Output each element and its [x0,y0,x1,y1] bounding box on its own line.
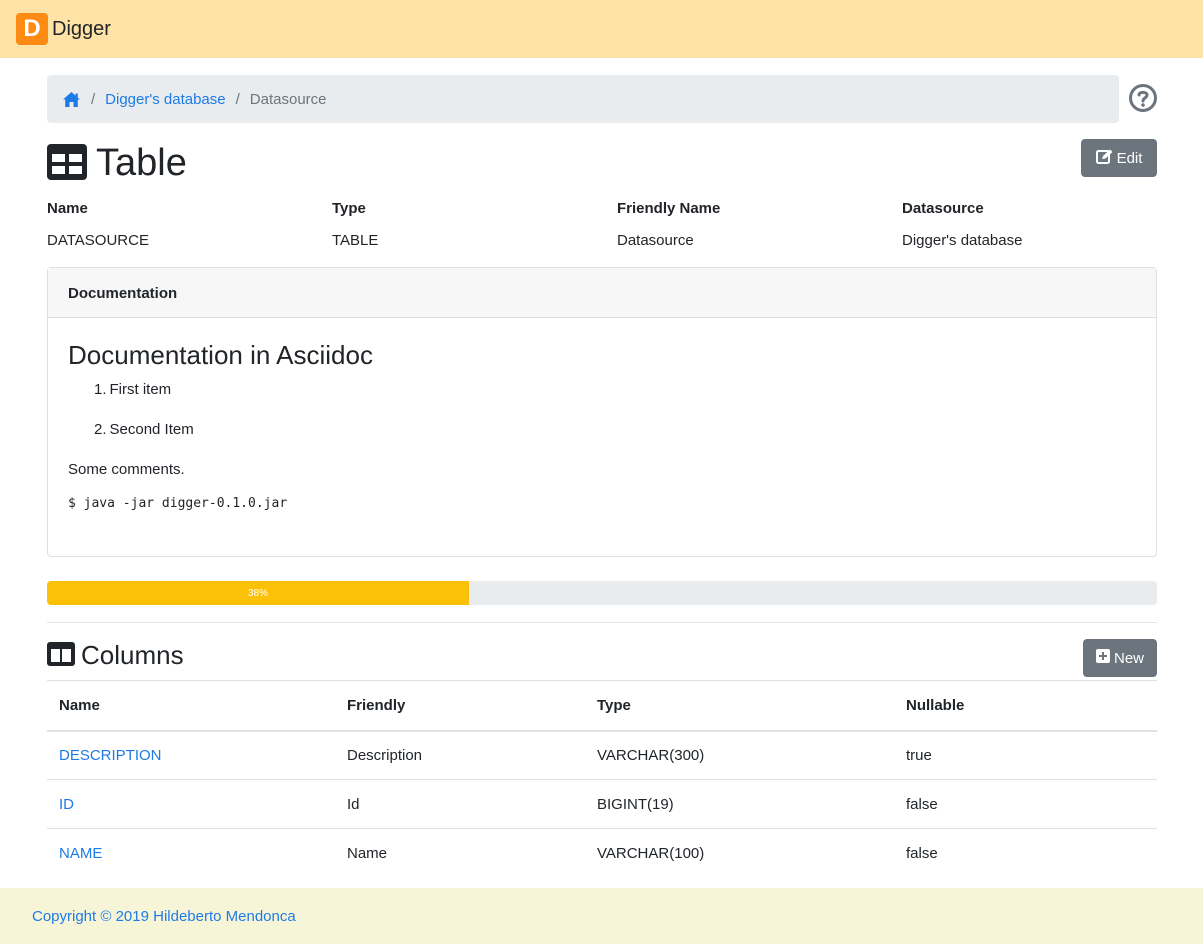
column-nullable: false [894,779,1157,829]
progress-label: 38% [247,587,268,599]
breadcrumb-item-active: Datasource [249,90,327,108]
page-title: Table [47,142,187,185]
columns-icon [47,641,75,670]
footer-copyright[interactable]: Copyright © 2019 Hildeberto Mendonca [32,908,296,925]
column-header-name: Name [47,680,335,732]
column-header-nullable: Nullable [894,680,1157,732]
column-name-link[interactable]: ID [47,779,335,829]
edit-label: Edit [1116,149,1143,167]
column-header-type: Type [585,680,894,732]
property-value: Digger's database [902,232,1023,249]
brand[interactable]: D Digger [16,13,111,45]
table-header-row: Name Friendly Type Nullable [47,680,1157,732]
documentation-heading: Documentation in Asciidoc [68,340,373,370]
table-row: NAME Name VARCHAR(100) false [47,829,1157,878]
plus-square-icon [1095,649,1110,667]
property-name: Name DATASOURCE [47,200,332,249]
property-datasource: Datasource Digger's database [902,200,1187,249]
documentation-list: 1. First item 2. Second Item [68,381,1136,461]
property-value: Datasource [617,232,694,249]
footer: Copyright © 2019 Hildeberto Mendonca [0,888,1203,944]
column-friendly: Description [335,730,585,780]
progress-bar-fill: 38% [47,581,469,605]
column-header-friendly: Friendly [335,680,585,732]
column-type: VARCHAR(100) [597,844,705,862]
columns-table: Name Friendly Type Nullable DESCRIPTION … [47,680,1157,878]
column-nullable: true [894,730,1157,780]
edit-button[interactable]: Edit [1081,139,1157,177]
page-title-text: Table [96,142,187,184]
column-type: VARCHAR(300) [585,730,894,780]
columns-title-text: Columns [81,640,184,670]
table-icon [47,143,87,184]
help-icon[interactable] [1128,83,1158,113]
property-value: DATASOURCE [47,232,149,249]
documentation-body: Documentation in Asciidoc 1. First item 2… [48,318,1156,533]
list-item: 2. Second Item [94,421,194,438]
divider [47,622,1157,623]
documentation-card: Documentation Documentation in Asciidoc … [47,267,1157,557]
property-label: Friendly Name [617,200,721,217]
documentation-code: $ java -jar digger-0.1.0.jar [68,496,288,511]
property-value: TABLE [332,232,379,249]
new-column-button[interactable]: New [1083,639,1157,677]
progress-bar-track: 38% [47,581,1157,605]
table-row: ID Id BIGINT(19) false [47,779,1157,829]
table-row: DESCRIPTION Description VARCHAR(300) tru… [47,730,1157,780]
brand-name: Digger [52,17,111,40]
list-item: 1. First item [94,381,172,398]
documentation-header: Documentation [48,268,1156,318]
property-friendly-name: Friendly Name Datasource [617,200,902,249]
documentation-comment: Some comments. [68,461,185,478]
column-nullable: false [906,844,938,862]
column-type: BIGINT(19) [585,779,894,829]
property-type: Type TABLE [332,200,617,249]
column-name-link[interactable]: DESCRIPTION [47,730,335,780]
column-friendly: Name [347,844,388,862]
property-label: Type [332,200,366,217]
new-label: New [1113,649,1144,667]
column-name-link[interactable]: NAME [47,829,335,878]
column-friendly: Id [335,779,585,829]
breadcrumb-separator: / [235,90,240,108]
breadcrumb: / Digger's database / Datasource [47,75,1119,123]
home-icon[interactable] [62,91,81,108]
breadcrumb-item-database[interactable]: Digger's database [105,91,225,108]
navbar: D Digger [0,0,1203,58]
breadcrumb-separator: / [91,90,96,108]
edit-icon [1095,149,1113,168]
columns-title: Columns [47,640,184,671]
property-label: Name [47,200,88,217]
property-label: Datasource [902,200,984,217]
brand-logo: D [16,13,48,45]
